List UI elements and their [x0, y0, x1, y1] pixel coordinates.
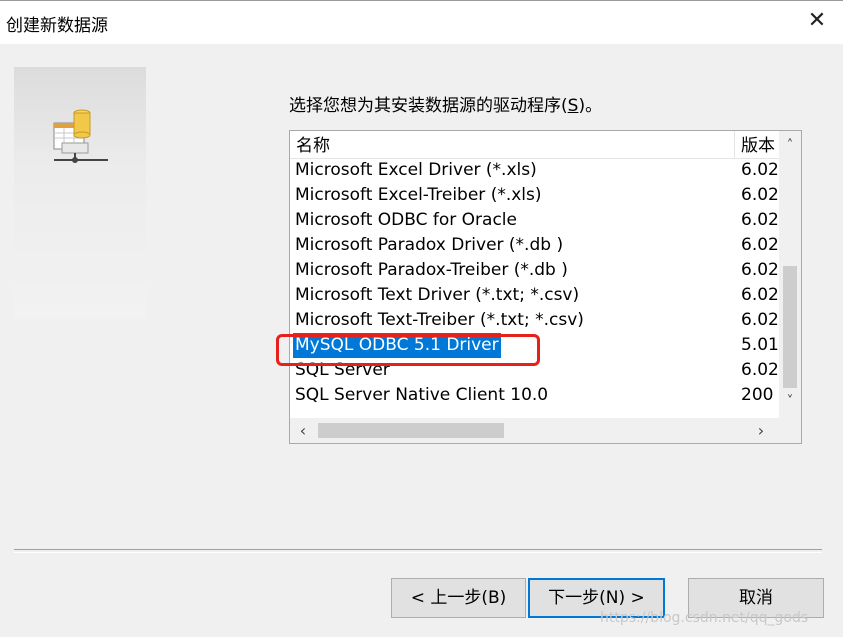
- driver-version: 6.02: [741, 285, 779, 305]
- driver-version: 200: [741, 385, 774, 405]
- odbc-data-source-icon: [53, 109, 108, 163]
- column-header-version[interactable]: 版本: [735, 131, 779, 158]
- watermark: https://blog.csdn.net/qq_gods: [600, 610, 809, 626]
- wizard-side-panel: [14, 67, 146, 319]
- back-button[interactable]: < 上一步(B): [391, 578, 526, 618]
- driver-name: Microsoft Excel Driver (*.xls): [295, 160, 537, 180]
- column-header-name[interactable]: 名称: [290, 131, 735, 158]
- horizontal-scroll-thumb[interactable]: [318, 423, 504, 438]
- list-item[interactable]: Microsoft Paradox Driver (*.db ) 6.02: [290, 233, 779, 258]
- list-item[interactable]: SQL Server Native Client 10.0 200: [290, 383, 779, 408]
- driver-version: 6.02: [741, 210, 779, 230]
- driver-name: Microsoft Paradox-Treiber (*.db ): [295, 260, 568, 280]
- driver-name: Microsoft ODBC for Oracle: [295, 210, 517, 230]
- driver-version: 6.02: [741, 235, 779, 255]
- chevron-up-icon[interactable]: ˄: [779, 135, 801, 157]
- close-icon[interactable]: ✕: [805, 9, 829, 33]
- chevron-left-icon[interactable]: ‹: [292, 418, 314, 443]
- list-rows: Microsoft Excel Driver (*.xls) 6.02 Micro…: [290, 158, 779, 418]
- driver-name: Microsoft Text Driver (*.txt; *.csv): [295, 285, 580, 305]
- list-item[interactable]: Microsoft Excel Driver (*.xls) 6.02: [290, 158, 779, 183]
- window-title: 创建新数据源: [6, 16, 108, 36]
- driver-name: Microsoft Excel-Treiber (*.xls): [295, 185, 542, 205]
- driver-name: SQL Server Native Client 10.0: [295, 385, 549, 405]
- chevron-right-icon[interactable]: ›: [750, 418, 772, 443]
- driver-version: 6.02: [741, 360, 779, 380]
- divider: [14, 549, 822, 553]
- title-bar: 创建新数据源 ✕: [0, 0, 843, 44]
- scroll-corner: [779, 418, 801, 443]
- driver-select-prompt: 选择您想为其安装数据源的驱动程序(S)。: [289, 96, 603, 116]
- driver-version: 6.02: [741, 160, 779, 180]
- driver-version: 6.02: [741, 185, 779, 205]
- driver-version: 5.01: [741, 335, 779, 355]
- driver-list[interactable]: 名称 版本 Microsoft Excel Driver (*.xls) 6.02…: [289, 130, 802, 444]
- list-item[interactable]: Microsoft Paradox-Treiber (*.db ) 6.02: [290, 258, 779, 283]
- list-item[interactable]: Microsoft Text-Treiber (*.txt; *.csv) 6.0…: [290, 308, 779, 333]
- driver-name: Microsoft Text-Treiber (*.txt; *.csv): [295, 310, 584, 330]
- list-item[interactable]: Microsoft ODBC for Oracle 6.02: [290, 208, 779, 233]
- list-item[interactable]: Microsoft Excel-Treiber (*.xls) 6.02: [290, 183, 779, 208]
- list-header: 名称 版本: [290, 131, 779, 159]
- horizontal-scrollbar[interactable]: ‹ ›: [290, 418, 779, 443]
- vertical-scrollbar[interactable]: ˄ ˅: [779, 131, 801, 418]
- driver-version: 6.02: [741, 260, 779, 280]
- annotation-highlight-box: [276, 334, 540, 366]
- driver-name: Microsoft Paradox Driver (*.db ): [295, 235, 564, 255]
- chevron-down-icon[interactable]: ˅: [779, 391, 801, 413]
- driver-version: 6.02: [741, 310, 779, 330]
- vertical-scroll-thumb[interactable]: [783, 266, 797, 388]
- list-item[interactable]: Microsoft Text Driver (*.txt; *.csv) 6.02: [290, 283, 779, 308]
